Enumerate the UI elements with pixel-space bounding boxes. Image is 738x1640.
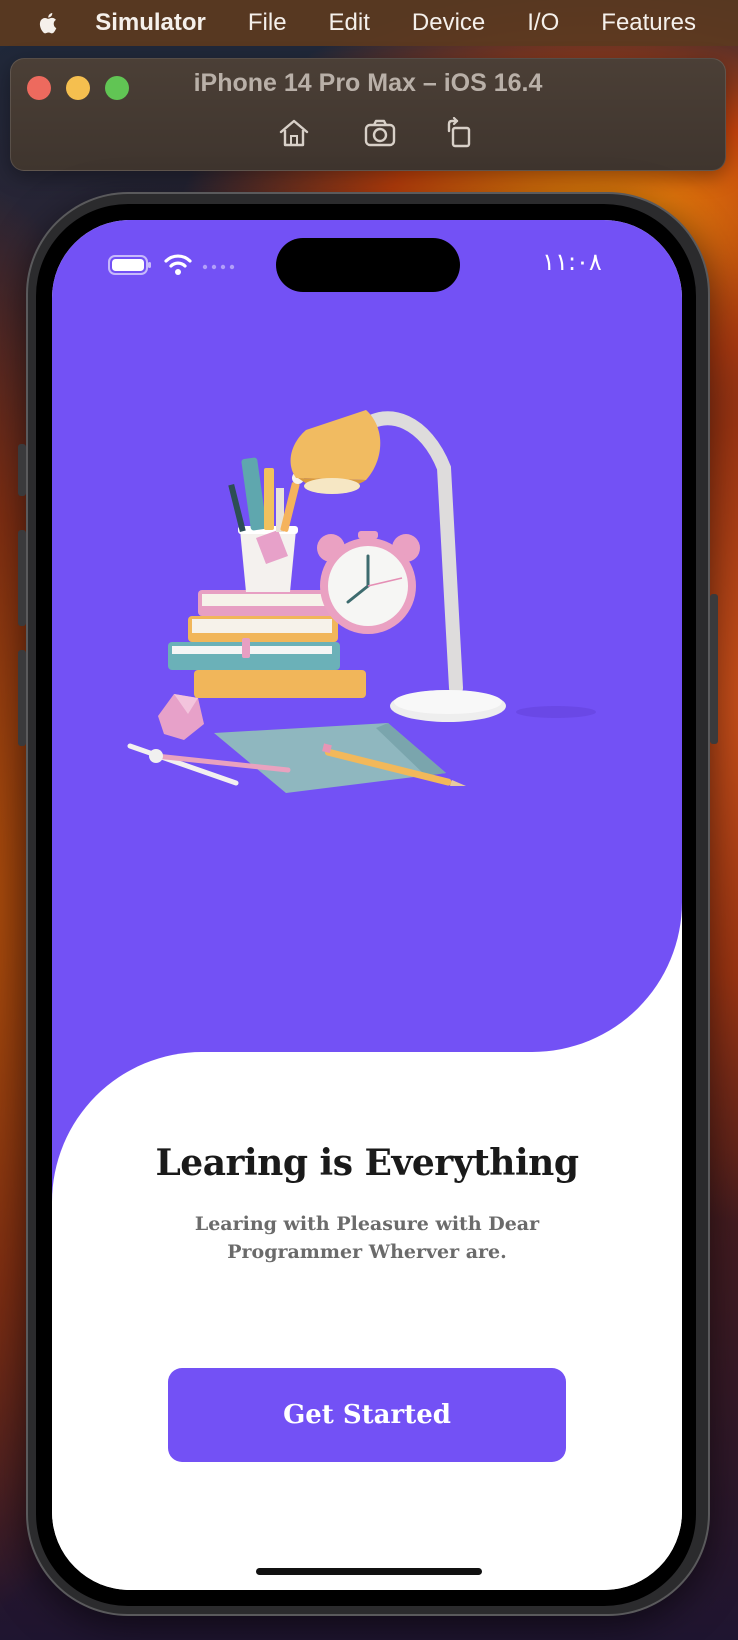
macos-menu-bar: Simulator File Edit Device I/O Features <box>0 0 738 46</box>
battery-icon <box>108 255 151 275</box>
home-icon[interactable] <box>277 117 311 149</box>
simulator-window-title: iPhone 14 Pro Max – iOS 16.4 <box>193 69 543 97</box>
content-panel <box>52 1052 682 1590</box>
menu-features[interactable]: Features <box>601 9 696 37</box>
rotate-icon[interactable] <box>443 117 477 149</box>
menu-edit[interactable]: Edit <box>329 9 370 37</box>
apple-logo-icon[interactable] <box>38 6 57 40</box>
action-button[interactable] <box>18 444 26 496</box>
wifi-icon <box>164 254 192 275</box>
menu-device[interactable]: Device <box>412 9 485 37</box>
volume-down-button[interactable] <box>18 650 26 746</box>
screenshot-icon[interactable] <box>363 117 397 149</box>
simulator-window-toolbar: iPhone 14 Pro Max – iOS 16.4 <box>10 58 726 171</box>
status-time: ١١:٠٨ <box>542 248 602 276</box>
iphone-screen: ١١:٠٨ Learing is Everything Learing with… <box>52 220 682 1590</box>
menu-simulator[interactable]: Simulator <box>95 9 206 37</box>
dynamic-island <box>276 238 460 292</box>
home-indicator[interactable] <box>256 1568 482 1575</box>
menu-file[interactable]: File <box>248 9 287 37</box>
onboarding-subtitle: Learing with Pleasure with Dear Programm… <box>194 1213 540 1263</box>
power-button[interactable] <box>710 594 718 744</box>
volume-up-button[interactable] <box>18 530 26 626</box>
signal-icon <box>202 264 235 270</box>
get-started-button[interactable]: Get Started <box>168 1368 566 1462</box>
onboarding-title: Learing is Everything <box>155 1142 579 1184</box>
menu-io[interactable]: I/O <box>527 9 559 37</box>
study-desk-illustration <box>127 410 596 793</box>
